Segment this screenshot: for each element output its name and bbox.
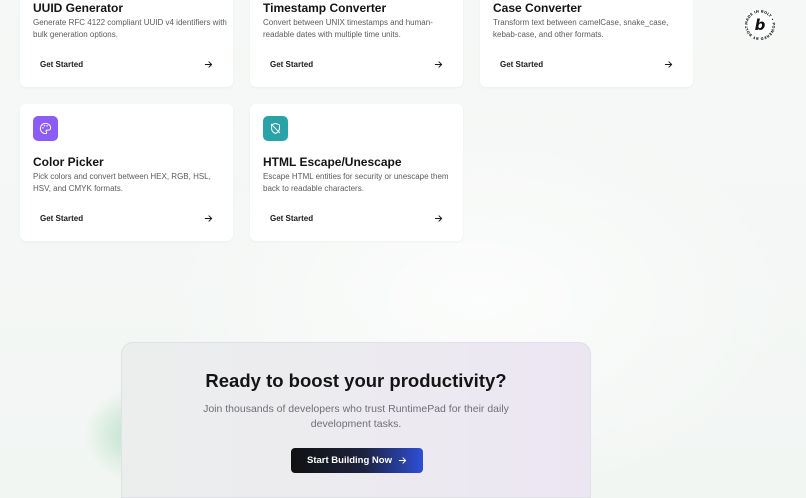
get-started-button[interactable]: Get Started: [492, 54, 681, 74]
arrow-right-icon: [204, 214, 213, 222]
tool-card-color-picker: Color Picker Pick colors and convert bet…: [20, 104, 233, 241]
get-started-label: Get Started: [40, 213, 84, 223]
shield-off-icon: [263, 116, 288, 141]
cta-subtitle: Join thousands of developers who trust R…: [203, 403, 509, 430]
card-title: UUID Generator: [33, 1, 124, 15]
tool-card-uuid-generator: UUID Generator Generate RFC 4122 complia…: [20, 0, 233, 87]
card-title: Timestamp Converter: [263, 1, 387, 15]
cta-title: Ready to boost your productivity?: [205, 370, 507, 391]
card-title: Color Picker: [33, 155, 104, 169]
get-started-label: Get Started: [270, 59, 314, 69]
palette-icon: [33, 116, 58, 141]
card-description: Transform text between camelCase, snake_…: [493, 18, 669, 39]
card-description: Generate RFC 4122 compliant UUID v4 iden…: [33, 18, 227, 39]
built-with-bolt-badge[interactable]: MADE IN BOLT • POWERED BY BOLT • b: [743, 6, 776, 41]
get-started-button[interactable]: Get Started: [262, 54, 451, 74]
get-started-button[interactable]: Get Started: [32, 208, 221, 228]
card-description: Pick colors and convert between HEX, RGB…: [33, 172, 211, 193]
start-building-label: Start Building Now: [307, 455, 392, 466]
tool-card-case-converter: Case Converter Transform text between ca…: [480, 0, 693, 87]
get-started-label: Get Started: [500, 59, 544, 69]
arrow-right-icon: [434, 214, 443, 222]
arrow-right-icon: [664, 60, 673, 68]
arrow-right-icon: [398, 457, 407, 464]
card-description: Escape HTML entities for security or une…: [263, 172, 449, 193]
get-started-label: Get Started: [270, 213, 314, 223]
tool-card-html-escape: HTML Escape/Unescape Escape HTML entitie…: [250, 104, 463, 241]
cta-section: Ready to boost your productivity? Join t…: [121, 342, 591, 498]
card-description: Convert between UNIX timestamps and huma…: [263, 18, 433, 39]
tool-card-timestamp-converter: Timestamp Converter Convert between UNIX…: [250, 0, 463, 87]
get-started-button[interactable]: Get Started: [262, 208, 451, 228]
arrow-right-icon: [204, 60, 213, 68]
card-title: HTML Escape/Unescape: [263, 155, 402, 169]
arrow-right-icon: [434, 60, 443, 68]
card-title: Case Converter: [493, 1, 582, 15]
start-building-button[interactable]: Start Building Now: [291, 448, 423, 473]
get-started-button[interactable]: Get Started: [32, 54, 221, 74]
badge-logo-letter: b: [755, 16, 766, 34]
get-started-label: Get Started: [40, 59, 84, 69]
